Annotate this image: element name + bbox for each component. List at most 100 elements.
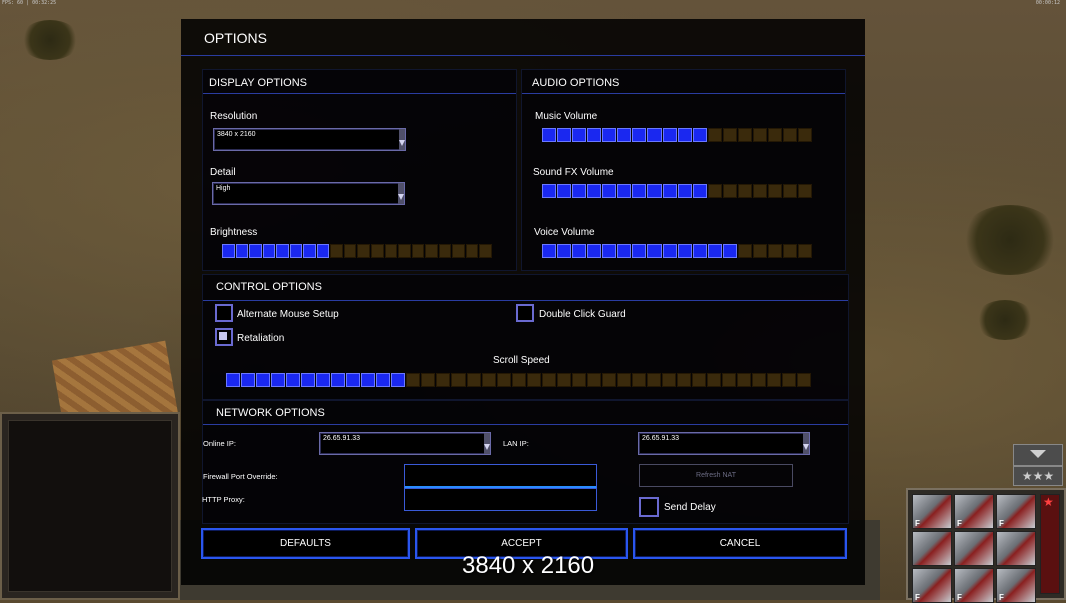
slider-segment[interactable] (451, 373, 466, 387)
slider-segment[interactable] (557, 184, 572, 198)
slider-segment[interactable] (452, 244, 465, 258)
slider-segment[interactable] (249, 244, 262, 258)
slider-segment[interactable] (587, 184, 602, 198)
slider-segment[interactable] (316, 244, 330, 258)
slider-segment[interactable] (316, 373, 331, 387)
brightness-slider[interactable] (222, 244, 492, 258)
slider-segment[interactable] (631, 373, 646, 387)
slider-segment[interactable] (557, 128, 572, 142)
slider-segment[interactable] (289, 244, 303, 258)
slider-segment[interactable] (752, 373, 767, 387)
slider-segment[interactable] (571, 373, 586, 387)
slider-segment[interactable] (572, 184, 587, 198)
collapse-arrow-button[interactable] (1013, 444, 1063, 466)
voice-volume-slider[interactable] (542, 244, 813, 258)
slider-segment[interactable] (662, 128, 677, 142)
slider-segment[interactable] (647, 244, 662, 258)
slider-segment[interactable] (271, 373, 286, 387)
slider-segment[interactable] (425, 244, 438, 258)
http-proxy-input[interactable] (405, 489, 596, 510)
unit-slot[interactable] (954, 531, 994, 566)
slider-segment[interactable] (767, 184, 782, 198)
slider-segment[interactable] (602, 184, 617, 198)
slider-segment[interactable] (436, 373, 451, 387)
slider-segment[interactable] (797, 373, 812, 387)
slider-segment[interactable] (798, 128, 813, 142)
slider-segment[interactable] (737, 184, 752, 198)
slider-segment[interactable] (677, 184, 692, 198)
slider-segment[interactable] (601, 373, 616, 387)
slider-segment[interactable] (692, 184, 707, 198)
slider-segment[interactable] (256, 373, 271, 387)
slider-segment[interactable] (661, 373, 676, 387)
slider-segment[interactable] (782, 373, 797, 387)
chevron-down-icon[interactable] (399, 129, 405, 150)
slider-segment[interactable] (737, 373, 752, 387)
slider-segment[interactable] (602, 128, 617, 142)
slider-segment[interactable] (557, 244, 572, 258)
slider-segment[interactable] (572, 244, 587, 258)
slider-segment[interactable] (235, 244, 249, 258)
cancel-button[interactable]: CANCEL (633, 528, 847, 559)
slider-segment[interactable] (707, 244, 722, 258)
slider-segment[interactable] (707, 373, 722, 387)
slider-segment[interactable] (496, 373, 511, 387)
slider-segment[interactable] (361, 373, 376, 387)
unit-slot[interactable]: F (912, 568, 952, 603)
unit-slot[interactable]: F (996, 568, 1036, 603)
scroll-speed-slider[interactable] (226, 373, 812, 387)
slider-segment[interactable] (617, 244, 632, 258)
slider-segment[interactable] (301, 373, 316, 387)
slider-segment[interactable] (357, 244, 371, 258)
slider-segment[interactable] (587, 128, 602, 142)
slider-segment[interactable] (481, 373, 496, 387)
slider-segment[interactable] (526, 373, 541, 387)
chevron-down-icon[interactable] (803, 433, 809, 454)
slider-segment[interactable] (722, 184, 737, 198)
slider-segment[interactable] (617, 128, 632, 142)
online-ip-dropdown[interactable]: 26.65.91.33 (319, 432, 491, 455)
slider-segment[interactable] (330, 244, 343, 258)
slider-segment[interactable] (632, 128, 647, 142)
slider-segment[interactable] (647, 128, 662, 142)
slider-segment[interactable] (511, 373, 526, 387)
slider-segment[interactable] (406, 373, 421, 387)
slider-segment[interactable] (262, 244, 276, 258)
firewall-port-input[interactable] (405, 465, 596, 486)
slider-segment[interactable] (691, 373, 706, 387)
slider-segment[interactable] (587, 244, 602, 258)
slider-segment[interactable] (411, 244, 425, 258)
slider-segment[interactable] (398, 244, 411, 258)
slider-segment[interactable] (676, 373, 691, 387)
lan-ip-dropdown[interactable]: 26.65.91.33 (638, 432, 810, 455)
slider-segment[interactable] (722, 373, 737, 387)
firewall-port-field[interactable] (404, 464, 597, 489)
slider-segment[interactable] (707, 184, 722, 198)
slider-segment[interactable] (541, 373, 556, 387)
slider-segment[interactable] (783, 184, 798, 198)
sound-fx-volume-slider[interactable] (542, 184, 813, 198)
slider-segment[interactable] (572, 128, 587, 142)
unit-slot[interactable]: F (912, 494, 952, 529)
slider-segment[interactable] (226, 373, 241, 387)
slider-segment[interactable] (722, 244, 737, 258)
slider-segment[interactable] (542, 184, 557, 198)
slider-segment[interactable] (391, 373, 406, 387)
slider-segment[interactable] (542, 244, 557, 258)
slider-segment[interactable] (737, 128, 752, 142)
slider-segment[interactable] (222, 244, 235, 258)
slider-segment[interactable] (465, 244, 479, 258)
slider-segment[interactable] (647, 184, 662, 198)
minimap[interactable] (0, 412, 180, 600)
slider-segment[interactable] (632, 184, 647, 198)
slider-segment[interactable] (343, 244, 357, 258)
slider-segment[interactable] (479, 244, 492, 258)
slider-segment[interactable] (692, 244, 707, 258)
slider-segment[interactable] (616, 373, 631, 387)
slider-segment[interactable] (384, 244, 398, 258)
defaults-button[interactable]: DEFAULTS (201, 528, 410, 559)
slider-segment[interactable] (662, 184, 677, 198)
slider-segment[interactable] (767, 373, 782, 387)
slider-segment[interactable] (438, 244, 452, 258)
slider-segment[interactable] (783, 244, 798, 258)
